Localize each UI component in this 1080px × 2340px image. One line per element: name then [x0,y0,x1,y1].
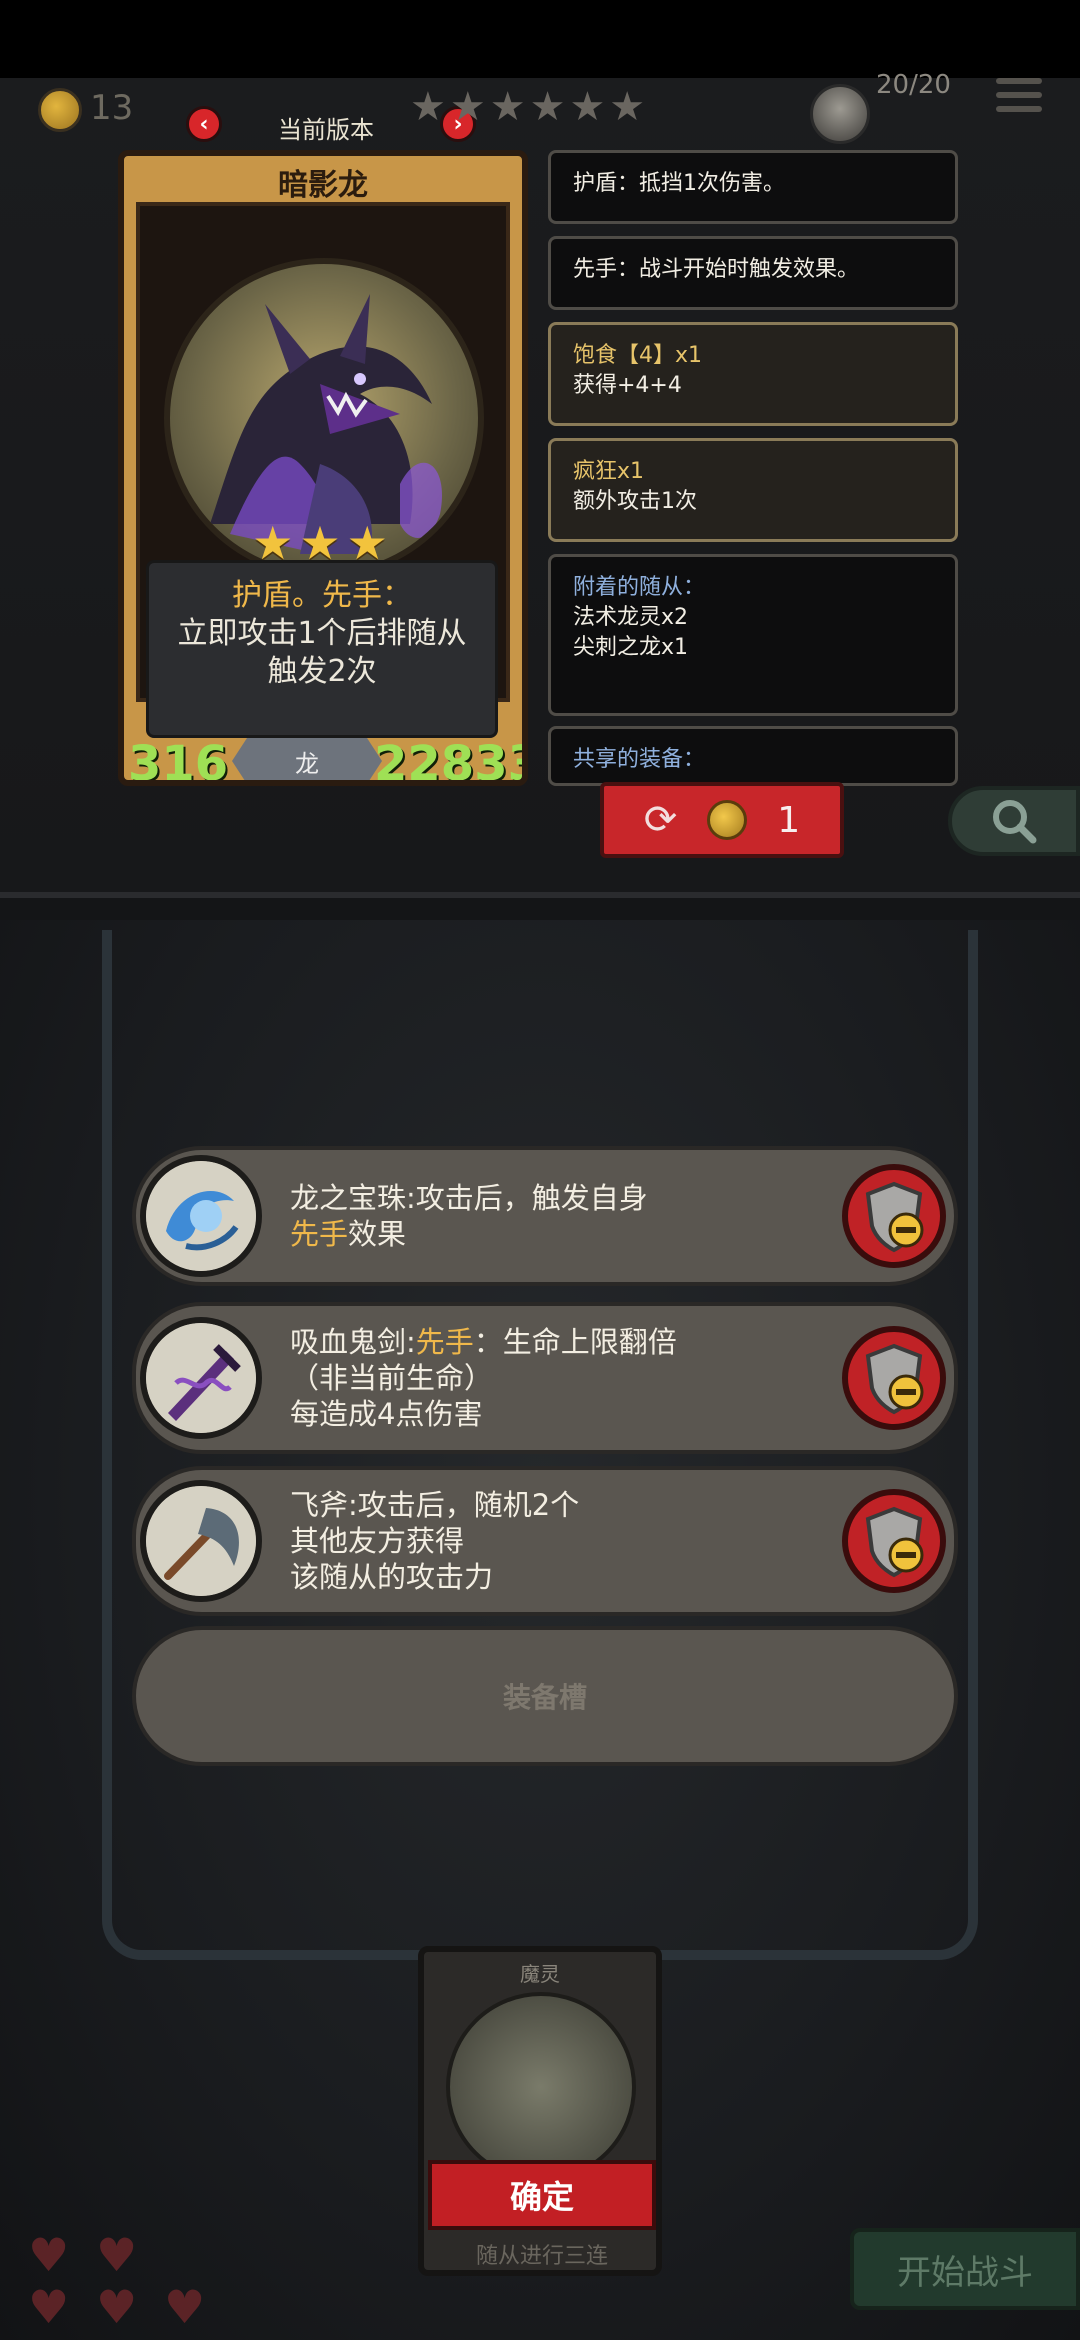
frenzy-desc: 额外攻击1次 [573,489,697,514]
equipment-description: 飞斧:攻击后，随机2个 其他友方获得 该随从的攻击力 [290,1487,579,1595]
preview-portrait [446,1992,636,2182]
ability-keywords: 护盾。先手： [149,577,495,615]
equipment-line: 飞斧:攻击后，随机2个 [290,1488,580,1522]
equipment-line: 该随从的攻击力 [290,1560,494,1594]
refresh-button[interactable]: ⟳ 1 [600,782,844,858]
keyword-first-strike: 先手 [290,1217,349,1251]
heart-icon: ♥ [28,2228,70,2282]
heart-icon: ♥ [164,2280,206,2334]
equipment-line: 每造成4点伤害 [290,1397,483,1431]
satiated-title: 饱食【4】x1 [573,343,703,368]
equipment-line-rest: ：生命上限翻倍 [473,1325,677,1359]
ability-colon: ： [382,578,412,613]
search-button[interactable] [948,786,1080,856]
search-icon [993,800,1037,844]
satiated-desc: 获得+4+4 [573,373,682,398]
equipment-row-dragon-orb[interactable]: 龙之宝珠:攻击后，触发自身 先手效果 [132,1146,958,1286]
preview-card-name: 魔灵 [520,1962,560,1986]
unit-card: 暗影龙 ★★★ 护盾。先手： 立即攻击1个后排随从 触发2次 316 龙 228… [118,150,528,786]
ability-text-line: 触发2次 [267,654,377,689]
prev-version-button[interactable]: ‹ [186,106,222,142]
first-strike-info: 先手：战斗开始时触发效果。 [548,236,958,310]
avatar-count: 20/20 [876,70,951,100]
shield-info: 护盾：抵挡1次伤害。 [548,150,958,224]
heart-icon: ♥ [96,2280,138,2334]
remove-equipment-button[interactable] [842,1164,946,1268]
attached-item: 法术龙灵x2 [573,605,689,630]
frenzy-title: 疯狂x1 [573,459,645,484]
coin-icon [707,800,748,840]
shield-minus-icon [865,1506,924,1578]
remove-equipment-button[interactable] [842,1326,946,1430]
equipment-line: （非当前生命） [290,1361,494,1395]
coin-icon [38,88,82,132]
tribe-tag: 龙 [232,738,382,780]
attached-title: 附着的随从： [573,575,706,600]
equipment-row-vampire-sword[interactable]: 吸血鬼剑:先手：生命上限翻倍 （非当前生命） 每造成4点伤害 [132,1302,958,1454]
preview-caption: 随从进行三连 [475,2244,608,2269]
status-bar [0,0,1080,78]
equipment-line: 龙之宝珠:攻击后，触发自身 [290,1181,648,1215]
heart-icon: ♥ [28,2280,70,2334]
menu-icon[interactable] [996,78,1042,118]
equipment-description: 龙之宝珠:攻击后，触发自身 先手效果 [290,1180,648,1252]
refresh-cost: 1 [777,799,801,841]
empty-equipment-slot[interactable]: 装备槽 [132,1626,958,1766]
equipment-description: 吸血鬼剑:先手：生命上限翻倍 （非当前生命） 每造成4点伤害 [290,1324,677,1432]
attached-item: 尖刺之龙x1 [573,635,689,660]
frenzy-info: 疯狂x1 额外攻击1次 [548,438,958,542]
equipment-line: 先手效果 [290,1216,648,1252]
start-battle-button[interactable]: 开始战斗 [850,2228,1080,2310]
vampire-sword-icon [140,1317,262,1439]
coin-count: 13 [90,88,134,128]
confirm-button[interactable]: 确定 [428,2160,656,2230]
equipment-line: 吸血鬼剑:先手：生命上限翻倍 [290,1324,677,1360]
attached-minions-info: 附着的随从： 法术龙灵x2 尖刺之龙x1 [548,554,958,716]
shield-minus-icon [865,1343,924,1415]
equipment-line: 其他友方获得 [290,1524,465,1558]
ability-text-line: 立即攻击1个后排随从 [177,616,467,651]
equipment-row-flying-axe[interactable]: 飞斧:攻击后，随机2个 其他友方获得 该随从的攻击力 [132,1466,958,1616]
shared-equipment-info: 共享的装备： [548,726,958,786]
keyword-first-strike: 先手 [415,1325,474,1359]
shared-title: 共享的装备： [573,747,706,772]
rank-stars: ★★★★★★ [410,84,650,130]
health-value: 228334 [374,736,522,786]
ability-keyword-first-strike: 先手 [322,578,382,613]
heart-icon: ♥ [96,2228,138,2282]
dragon-orb-icon [140,1155,262,1277]
attack-value: 316 [128,736,229,786]
first-strike-info-text: 先手：战斗开始时触发效果。 [573,257,860,282]
equipment-name: 吸血鬼剑: [290,1325,416,1359]
ability-separator: 。 [292,578,322,613]
refresh-icon: ⟳ [643,797,678,843]
avatar[interactable] [810,84,870,144]
version-label: 当前版本 [278,116,374,144]
ability-keyword-shield: 护盾 [232,578,292,613]
remove-equipment-button[interactable] [842,1489,946,1593]
shield-minus-icon [865,1181,924,1253]
satiated-info: 饱食【4】x1 获得+4+4 [548,322,958,426]
shield-info-text: 护盾：抵挡1次伤害。 [573,171,785,196]
ability-box: 护盾。先手： 立即攻击1个后排随从 触发2次 [146,560,498,738]
equipment-line-rest: 效果 [348,1217,407,1251]
flying-axe-icon [140,1480,262,1602]
card-name: 暗影龙 [278,168,368,203]
